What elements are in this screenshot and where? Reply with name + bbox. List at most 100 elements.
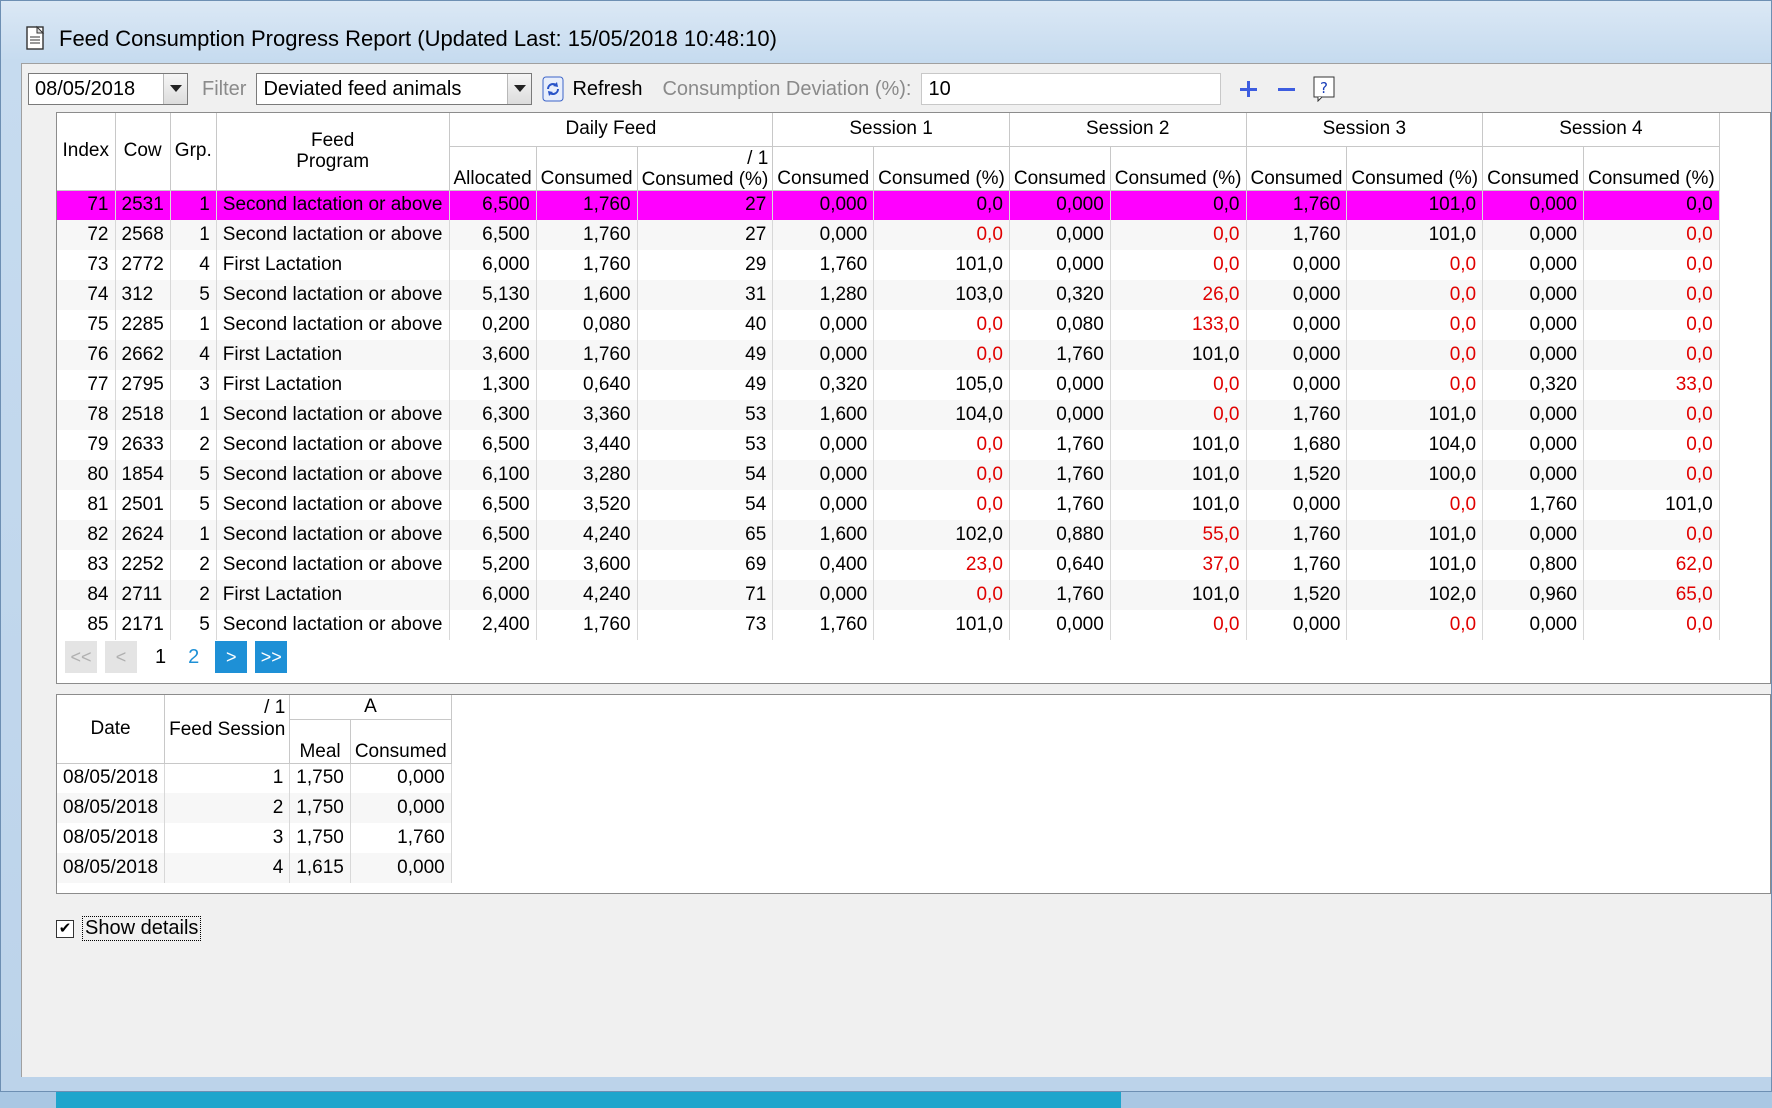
detail-row[interactable]: 08/05/2018 1 1,750 0,000 xyxy=(57,763,452,793)
table-row[interactable]: 84 2711 2 First Lactation 6,000 4,240 71 0,000 0… xyxy=(57,580,1720,610)
table-row[interactable]: 83 2252 2 Second lactation or above 5,200 3,6… xyxy=(57,550,1720,580)
s2-consumed-pct-header[interactable]: Consumed (%) xyxy=(1110,146,1247,191)
col-cow-header[interactable]: Cow xyxy=(115,113,171,191)
cell-grp: 4 xyxy=(170,250,217,280)
cell-s4p: 0,0 xyxy=(1583,400,1720,430)
cell-s2p: 101,0 xyxy=(1110,490,1247,520)
s3-consumed-pct-header[interactable]: Consumed (%) xyxy=(1346,146,1484,191)
prev-page-button[interactable]: < xyxy=(105,641,137,673)
s3-consumed-header[interactable]: Consumed xyxy=(1246,146,1348,191)
cell-s1p: 0,0 xyxy=(873,340,1010,370)
refresh-button[interactable]: Refresh xyxy=(542,76,642,102)
cell-index: 75 xyxy=(57,310,116,340)
cell-pct: 54 xyxy=(637,490,774,520)
cell-s4p: 0,0 xyxy=(1583,310,1720,340)
s2-consumed-header[interactable]: Consumed xyxy=(1009,146,1111,191)
filter-combo[interactable]: Deviated feed animals xyxy=(256,73,533,105)
cell-s4p: 33,0 xyxy=(1583,370,1720,400)
cell-s1p: 0,0 xyxy=(873,490,1010,520)
cell-pct: 29 xyxy=(637,250,774,280)
col-consumed-pct-header[interactable]: / 1 Consumed (%) xyxy=(637,146,774,191)
table-row[interactable]: 78 2518 1 Second lactation or above 6,300 3,3… xyxy=(57,400,1720,430)
chevron-down-icon[interactable] xyxy=(163,74,187,104)
detail-consumed-header[interactable]: Consumed xyxy=(350,719,452,764)
cell-index: 85 xyxy=(57,610,116,640)
table-row[interactable]: 75 2285 1 Second lactation or above 0,200 0,0… xyxy=(57,310,1720,340)
date-combo[interactable]: 08/05/2018 xyxy=(28,73,188,105)
detail-cell-date: 08/05/2018 xyxy=(57,823,166,853)
minus-icon[interactable] xyxy=(1271,74,1301,104)
cell-s1p: 102,0 xyxy=(873,520,1010,550)
cell-grp: 3 xyxy=(170,370,217,400)
cell-alloc: 6,500 xyxy=(449,430,537,460)
table-row[interactable]: 77 2795 3 First Lactation 1,300 0,640 49 0,320 1… xyxy=(57,370,1720,400)
detail-meal-header[interactable]: Meal xyxy=(289,719,351,764)
cell-s3c: 0,000 xyxy=(1246,610,1348,640)
col-consumed-header[interactable]: Consumed xyxy=(536,146,638,191)
table-row[interactable]: 85 2171 5 Second lactation or above 2,400 1,7… xyxy=(57,610,1720,640)
page-2-link[interactable]: 2 xyxy=(188,646,199,669)
session1-group-header: Session 1 xyxy=(772,113,1010,147)
s4-consumed-pct-header[interactable]: Consumed (%) xyxy=(1583,146,1720,191)
page-1[interactable]: 1 xyxy=(155,646,166,669)
col-group-header[interactable]: Grp. xyxy=(170,113,217,191)
detail-row[interactable]: 08/05/2018 3 1,750 1,760 xyxy=(57,823,452,853)
detail-row[interactable]: 08/05/2018 4 1,615 0,000 xyxy=(57,853,452,883)
detail-cell-session: 1 xyxy=(164,763,291,793)
checkmark-icon[interactable]: ✔ xyxy=(56,919,74,938)
cell-s4c: 0,000 xyxy=(1482,460,1584,490)
table-row[interactable]: 71 2531 1 Second lactation or above 6,500 1,7… xyxy=(57,190,1720,220)
cell-s4c: 0,000 xyxy=(1482,280,1584,310)
col-allocated-header[interactable]: Allocated xyxy=(449,146,537,191)
s1-consumed-pct-header[interactable]: Consumed (%) xyxy=(873,146,1010,191)
cell-s3p: 0,0 xyxy=(1346,340,1484,370)
chevron-down-icon[interactable] xyxy=(507,74,532,104)
table-row[interactable]: 79 2633 2 Second lactation or above 6,500 3,4… xyxy=(57,430,1720,460)
table-row[interactable]: 74 312 5 Second lactation or above 5,130 1,60… xyxy=(57,280,1720,310)
cell-pct: 31 xyxy=(637,280,774,310)
table-row[interactable]: 72 2568 1 Second lactation or above 6,500 1,7… xyxy=(57,220,1720,250)
cell-s4p: 0,0 xyxy=(1583,220,1720,250)
s4-consumed-header[interactable]: Consumed xyxy=(1482,146,1584,191)
detail-row[interactable]: 08/05/2018 2 1,750 0,000 xyxy=(57,793,452,823)
cell-index: 73 xyxy=(57,250,116,280)
cell-grp: 1 xyxy=(170,310,217,340)
show-details-checkbox[interactable]: ✔ Show details xyxy=(56,916,202,941)
s1-consumed-header[interactable]: Consumed xyxy=(772,146,875,191)
cell-program: Second lactation or above xyxy=(216,280,450,310)
cell-s4c: 1,760 xyxy=(1482,490,1584,520)
refresh-label: Refresh xyxy=(572,77,643,100)
cell-s4c: 0,000 xyxy=(1482,610,1584,640)
cell-cow: 2772 xyxy=(115,250,171,280)
col-index-header[interactable]: Index xyxy=(57,113,116,191)
plus-icon[interactable] xyxy=(1233,74,1263,104)
cell-s4c: 0,000 xyxy=(1482,400,1584,430)
toolbar: 08/05/2018 Filter Deviated feed animals … xyxy=(28,68,1771,110)
cell-s1c: 0,000 xyxy=(772,190,875,220)
table-row[interactable]: 81 2501 5 Second lactation or above 6,500 3,5… xyxy=(57,490,1720,520)
filter-label: Filter xyxy=(202,77,247,100)
deviation-input[interactable]: 10 xyxy=(921,73,1222,105)
cell-alloc: 6,300 xyxy=(449,400,537,430)
cell-grp: 4 xyxy=(170,340,217,370)
cow-grid-panel: Index Cow Grp. Feed Program Daily Feed S… xyxy=(56,112,1771,684)
table-row[interactable]: 76 2662 4 First Lactation 3,600 1,760 49 0,000 0… xyxy=(57,340,1720,370)
deviation-value: 10 xyxy=(928,77,951,100)
col-feed-program-header[interactable]: Feed Program xyxy=(216,113,450,191)
table-row[interactable]: 82 2624 1 Second lactation or above 6,500 4,2… xyxy=(57,520,1720,550)
table-row[interactable]: 73 2772 4 First Lactation 6,000 1,760 29 1,760 1… xyxy=(57,250,1720,280)
detail-date-header[interactable]: Date xyxy=(57,695,166,764)
cell-s4c: 0,320 xyxy=(1482,370,1584,400)
table-row[interactable]: 80 1854 5 Second lactation or above 6,100 3,2… xyxy=(57,460,1720,490)
detail-feed-session-header[interactable]: / 1 Feed Session xyxy=(164,695,291,764)
detail-cell-session: 4 xyxy=(164,853,291,883)
last-page-button[interactable]: >> xyxy=(255,641,288,673)
deviation-label: Consumption Deviation (%): xyxy=(662,77,912,100)
first-page-button[interactable]: << xyxy=(65,641,97,673)
next-page-button[interactable]: > xyxy=(215,641,248,673)
cell-cons: 1,760 xyxy=(536,220,638,250)
cell-s3p: 0,0 xyxy=(1346,370,1484,400)
help-icon[interactable]: ? xyxy=(1309,74,1339,104)
cell-s4c: 0,000 xyxy=(1482,430,1584,460)
cell-alloc: 5,200 xyxy=(449,550,537,580)
